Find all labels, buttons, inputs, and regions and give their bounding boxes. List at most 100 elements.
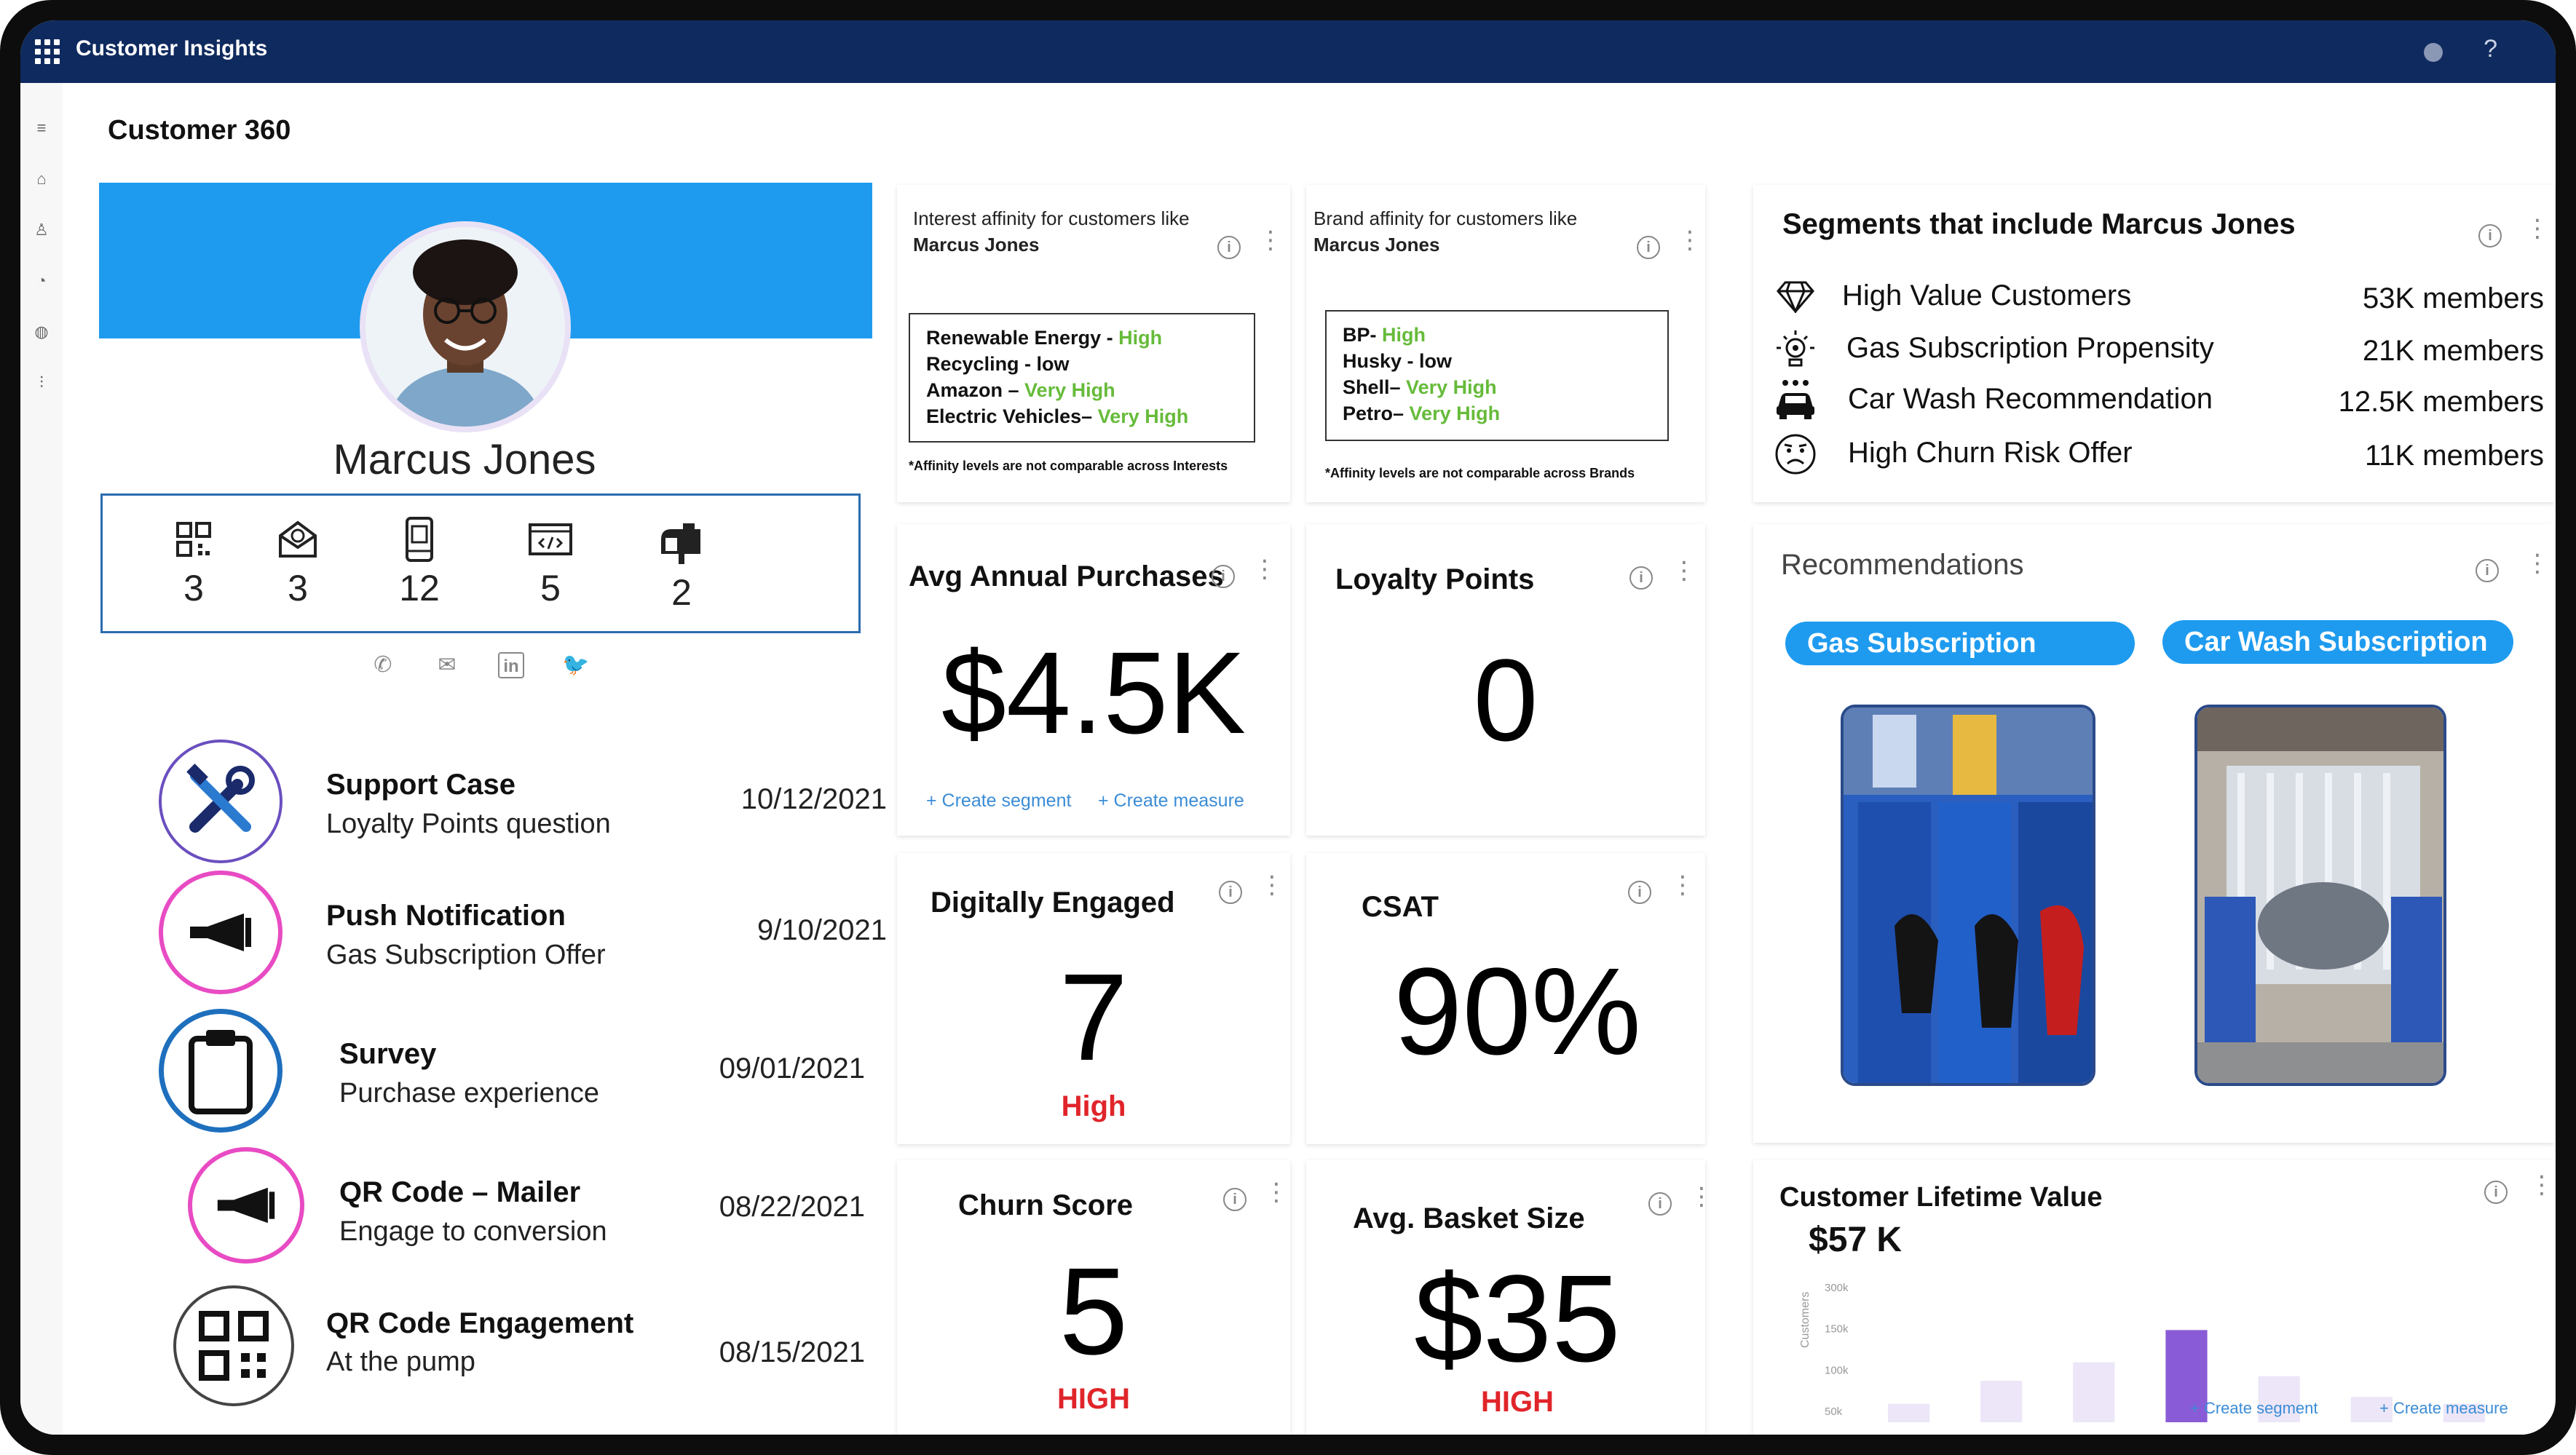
clv-bar[interactable] <box>2073 1362 2115 1422</box>
more-options-icon[interactable]: ⋮ <box>1670 873 1695 897</box>
globe-icon[interactable]: ◍ <box>33 323 50 341</box>
email-icon[interactable]: ✉ <box>434 652 460 678</box>
more-options-icon[interactable]: ⋮ <box>2529 1173 2554 1197</box>
more-options-icon[interactable]: ⋮ <box>2525 551 2550 576</box>
affinity-label: Recycling - low <box>926 353 1070 375</box>
clv-bar[interactable] <box>1980 1381 2023 1422</box>
more-options-icon[interactable]: ⋮ <box>1672 558 1696 583</box>
create-measure-link[interactable]: + Create measure <box>2379 1399 2508 1418</box>
metric-value: 5 <box>1059 1242 1129 1381</box>
segment-members: 53K members <box>2363 282 2544 314</box>
more-options-icon[interactable]: ⋮ <box>1252 557 1277 582</box>
avg-basket-size-card: Avg. Basket Size i ⋮ $35 HIGH <box>1306 1160 1714 1435</box>
stat-web[interactable]: 5 <box>499 516 601 609</box>
segment-row[interactable]: High Churn Risk Offer 11K members <box>1772 431 2544 477</box>
segment-row[interactable]: Car Wash Recommendation 12.5K members <box>1772 377 2544 424</box>
customers-icon[interactable]: ♙ <box>33 221 50 239</box>
activity-subtitle: Engage to conversion <box>339 1216 607 1247</box>
segments-icon[interactable]: ◔ <box>33 272 50 290</box>
more-options-icon[interactable]: ⋮ <box>2525 216 2550 241</box>
contact-links: ✆ ✉ in 🐦 <box>370 652 589 678</box>
activity-title: QR Code – Mailer <box>339 1176 581 1208</box>
diamond-icon <box>1772 274 1819 320</box>
activity-subtitle: Loyalty Points question <box>326 809 611 839</box>
activity-item[interactable]: Push Notification Gas Subscription Offer… <box>159 871 887 994</box>
affinity-row: Husky - low <box>1343 348 1651 374</box>
info-icon[interactable]: i <box>1648 1192 1672 1216</box>
megaphone-icon <box>188 1147 304 1264</box>
hamburger-menu-icon[interactable]: ≡ <box>33 119 50 137</box>
affinity-label: Petro– <box>1343 403 1410 424</box>
activity-item[interactable]: Support Case Loyalty Points question 10/… <box>159 740 887 863</box>
activity-date: 08/22/2021 <box>719 1191 865 1223</box>
home-icon[interactable]: ⌂ <box>33 170 50 188</box>
megaphone-icon <box>159 871 283 994</box>
affinity-row: Amazon – Very High <box>926 377 1238 403</box>
more-options-icon[interactable]: ⋮ <box>1678 228 1702 253</box>
info-icon[interactable]: i <box>1217 236 1241 259</box>
stat-mobile[interactable]: 12 <box>368 516 470 609</box>
csat-card: CSAT i ⋮ 90% <box>1306 853 1705 1144</box>
interest-affinity-title-prefix: Interest affinity for customers like <box>913 207 1190 229</box>
customer-lifetime-value-card: Customer Lifetime Value $57 K i ⋮ Custom… <box>1753 1160 2554 1435</box>
app-launcher-icon[interactable] <box>35 39 60 64</box>
info-icon[interactable]: i <box>2484 1181 2508 1204</box>
info-icon[interactable]: i <box>1223 1188 1246 1211</box>
digitally-engaged-card: Digitally Engaged i ⋮ 7 High <box>897 853 1290 1144</box>
channel-stats: 3 3 12 5 2 <box>100 493 861 633</box>
gas-pump-image[interactable] <box>1841 705 2095 1086</box>
gas-subscription-pill[interactable]: Gas Subscription <box>1785 622 2135 665</box>
metric-title: Avg. Basket Size <box>1353 1202 1585 1234</box>
avg-annual-purchases-card: Avg Annual Purchases i ⋮ $4.5K + Create … <box>897 524 1290 836</box>
info-icon[interactable]: i <box>2476 559 2499 582</box>
lightbulb-icon <box>1772 326 1819 373</box>
more-options-icon[interactable]: ⋮ <box>1260 873 1284 897</box>
metric-level: High <box>1061 1090 1126 1122</box>
activity-item[interactable]: QR Code – Mailer Engage to conversion 08… <box>159 1147 887 1271</box>
create-segment-link[interactable]: + Create segment <box>2190 1399 2318 1418</box>
activity-subtitle: At the pump <box>326 1347 475 1377</box>
more-options-icon[interactable]: ⋮ <box>1689 1184 1714 1209</box>
info-icon[interactable]: i <box>2478 224 2502 247</box>
left-nav-rail: ≡ ⌂ ♙ ◔ ◍ ⫶ <box>20 83 63 1435</box>
activity-item[interactable]: QR Code Engagement At the pump 08/15/202… <box>159 1285 887 1409</box>
twitter-icon[interactable]: 🐦 <box>562 652 589 678</box>
stat-qr-code[interactable]: 3 <box>143 516 245 609</box>
more-options-icon[interactable]: ⋮ <box>1264 1180 1289 1205</box>
segment-row[interactable]: Gas Subscription Propensity 21K members <box>1772 326 2544 373</box>
info-icon[interactable]: i <box>1628 881 1651 904</box>
settings-icon[interactable] <box>2424 42 2443 62</box>
interest-affinity-title: Interest affinity for customers like Mar… <box>913 205 1204 258</box>
info-icon[interactable]: i <box>1212 565 1235 588</box>
measures-icon[interactable]: ⫶ <box>33 374 50 392</box>
car-wash-image[interactable] <box>2194 705 2446 1086</box>
clv-y-tick: 150k <box>1825 1323 1849 1336</box>
affinity-level: Very High <box>1406 376 1497 398</box>
info-icon[interactable]: i <box>1629 566 1653 590</box>
activity-date: 10/12/2021 <box>740 783 887 815</box>
create-measure-link[interactable]: + Create measure <box>1098 790 1244 812</box>
segment-row[interactable]: High Value Customers 53K members <box>1772 274 2544 320</box>
mobile-icon <box>368 516 470 563</box>
clv-y-axis-label: Customers <box>1799 1292 1812 1348</box>
clv-title: Customer Lifetime Value <box>1779 1182 2103 1213</box>
clv-y-tick: 300k <box>1825 1282 1849 1294</box>
create-segment-link[interactable]: + Create segment <box>926 790 1071 812</box>
phone-icon[interactable]: ✆ <box>370 652 396 678</box>
stat-email[interactable]: 3 <box>247 516 349 609</box>
car-wash-subscription-pill[interactable]: Car Wash Subscription <box>2162 620 2513 664</box>
info-icon[interactable]: i <box>1219 881 1242 904</box>
top-bar: Customer Insights ? <box>20 20 2556 83</box>
metric-value: $4.5K <box>941 627 1246 758</box>
clv-bar[interactable] <box>1887 1403 1930 1422</box>
help-icon[interactable]: ? <box>2484 35 2497 63</box>
metric-value: 90% <box>1393 943 1642 1081</box>
info-icon[interactable]: i <box>1637 236 1660 259</box>
metric-title: Loyalty Points <box>1335 563 1535 595</box>
affinity-level: High <box>1118 327 1163 349</box>
linkedin-icon[interactable]: in <box>498 652 524 678</box>
more-options-icon[interactable]: ⋮ <box>1258 228 1283 253</box>
stat-mailbox[interactable]: 2 <box>631 520 732 614</box>
clv-y-tick: 100k <box>1825 1364 1849 1376</box>
activity-item[interactable]: Survey Purchase experience 09/01/2021 <box>159 1009 887 1133</box>
